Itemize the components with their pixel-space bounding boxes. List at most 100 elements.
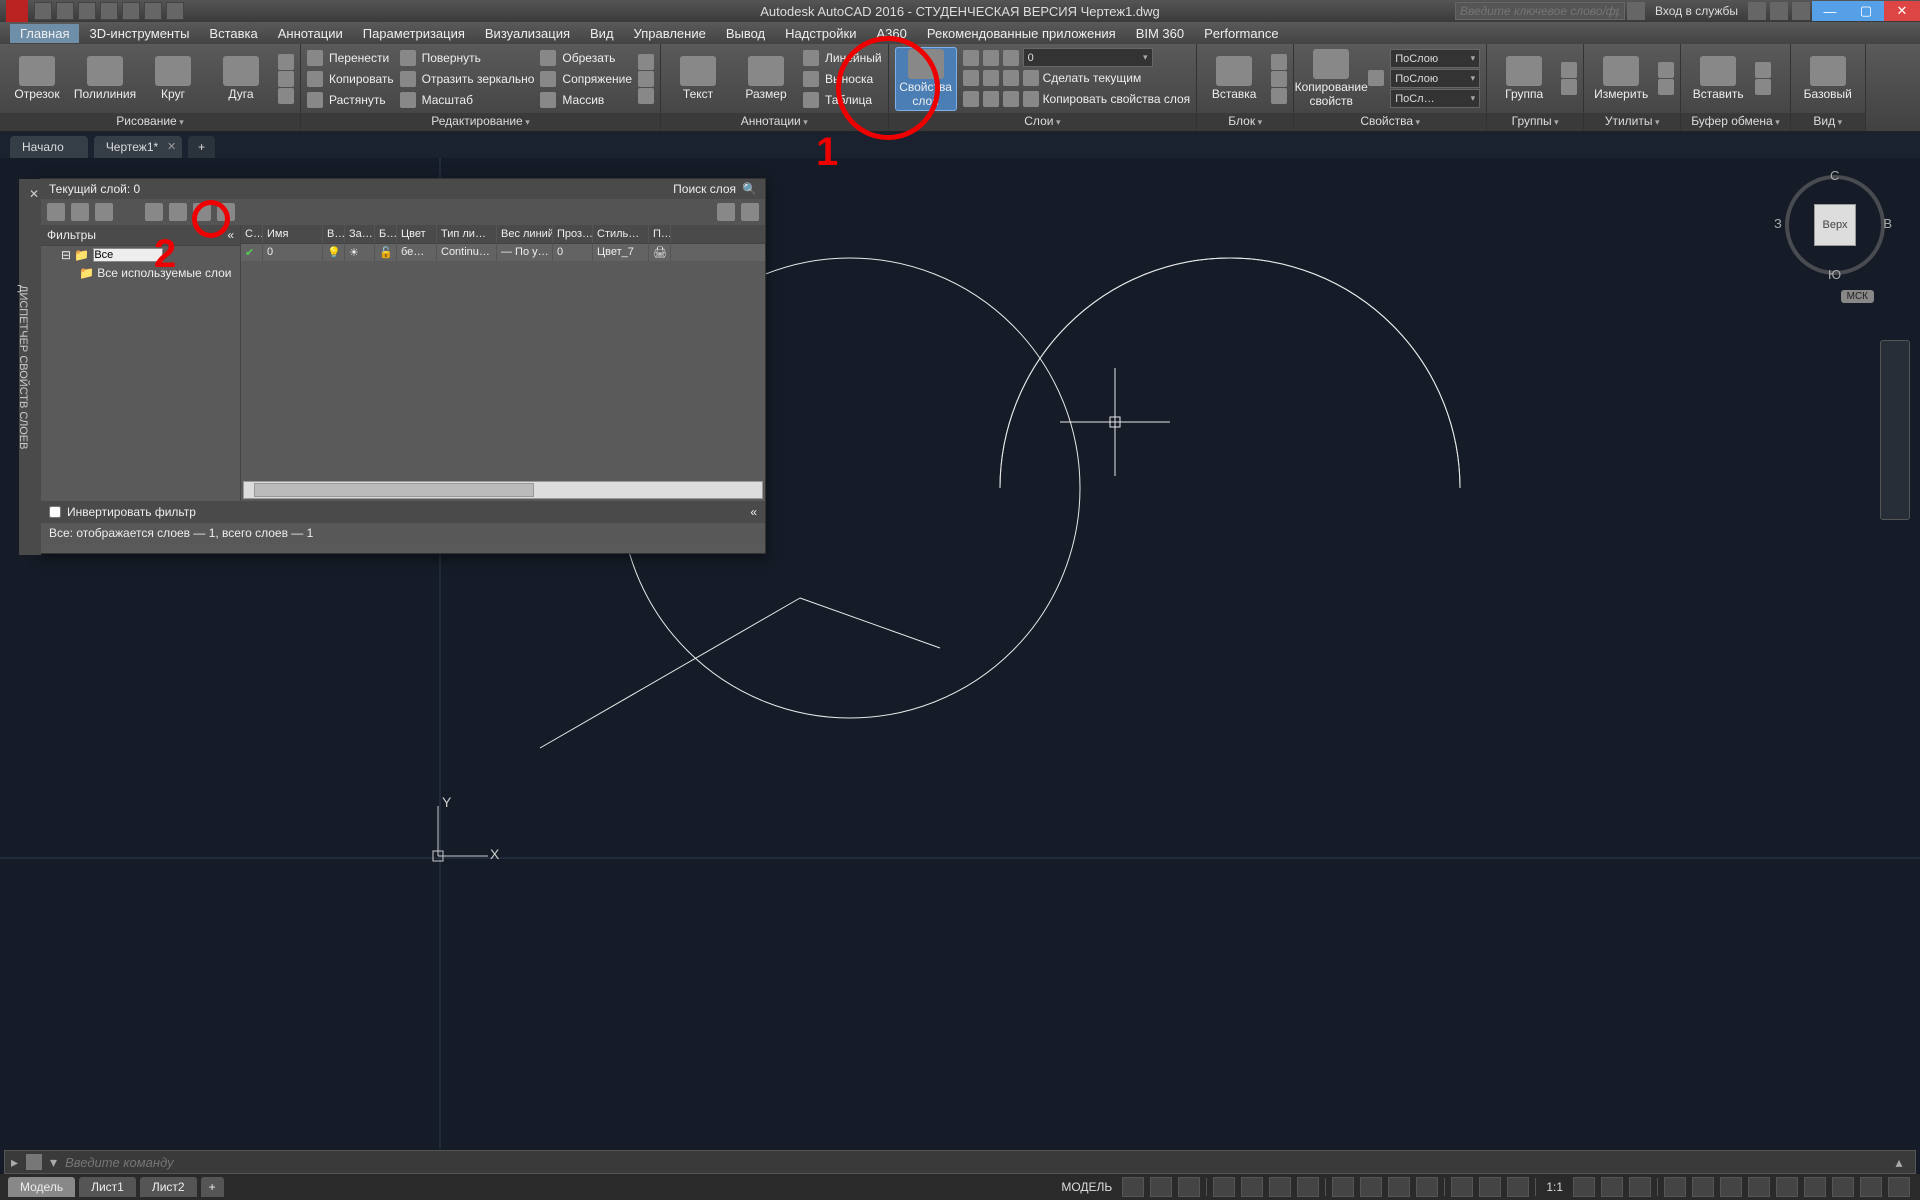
plotstyle-cell[interactable]: Цвет_7 [593, 244, 649, 261]
signin-link[interactable]: Вход в службы [1655, 4, 1738, 18]
qp-toggle-icon[interactable] [1507, 1177, 1529, 1197]
viewcube-s[interactable]: Ю [1828, 267, 1841, 282]
col-freeze[interactable]: За… [345, 225, 375, 243]
app-logo[interactable] [6, 0, 28, 22]
minimize-button[interactable]: — [1812, 1, 1848, 21]
tab-annotate[interactable]: Аннотации [268, 24, 353, 43]
recent-commands-icon[interactable]: ▴ [1889, 1154, 1909, 1171]
layer-dropdown[interactable]: 0 [1023, 48, 1153, 67]
exchange-icon[interactable] [1748, 2, 1766, 20]
annotation-monitor-icon[interactable] [1692, 1177, 1714, 1197]
table-button[interactable]: Таблица [803, 90, 882, 110]
create-block-icon[interactable] [1271, 54, 1287, 70]
qat-open-icon[interactable] [56, 2, 74, 20]
col-plotstyle[interactable]: Стиль… [593, 225, 649, 243]
move-button[interactable]: Перенести [307, 48, 394, 68]
qat-undo-icon[interactable] [144, 2, 162, 20]
units-icon[interactable] [1720, 1177, 1742, 1197]
col-color[interactable]: Цвет [397, 225, 437, 243]
expand-icon[interactable]: ▸ [11, 1154, 18, 1171]
tab-3dtools[interactable]: 3D-инструменты [79, 24, 199, 43]
ortho-toggle-icon[interactable] [1213, 1177, 1235, 1197]
panel-properties-title[interactable]: Свойства [1294, 113, 1486, 131]
panel-layers-title[interactable]: Слои [889, 113, 1197, 131]
col-transparency[interactable]: Проз… [553, 225, 593, 243]
matchprop-button[interactable]: Копирование свойств [1300, 47, 1362, 111]
tab-bim360[interactable]: BIM 360 [1126, 24, 1194, 43]
panel-annotation-title[interactable]: Аннотации [661, 113, 888, 131]
offset-icon[interactable] [638, 88, 654, 104]
cut-icon[interactable] [1755, 62, 1771, 78]
tab-visualize[interactable]: Визуализация [475, 24, 580, 43]
lock-ui-icon[interactable] [1776, 1177, 1798, 1197]
maximize-button[interactable]: ▢ [1848, 1, 1884, 21]
panel-clipboard-title[interactable]: Буфер обмена [1681, 113, 1790, 131]
text-button[interactable]: Текст [667, 47, 729, 111]
erase-icon[interactable] [638, 54, 654, 70]
help-search-input[interactable] [1455, 2, 1625, 20]
close-button[interactable]: ✕ [1884, 1, 1920, 21]
filetab-start[interactable]: Начало [10, 136, 88, 158]
edit-attr-icon[interactable] [1271, 88, 1287, 104]
scrollbar-thumb[interactable] [254, 483, 534, 497]
line-button[interactable]: Отрезок [6, 47, 68, 111]
linear-button[interactable]: Линейный [803, 48, 882, 68]
qat-saveas-icon[interactable] [100, 2, 118, 20]
dimension-button[interactable]: Размер [735, 47, 797, 111]
col-lock[interactable]: Б… [375, 225, 397, 243]
scale-button[interactable]: Масштаб [400, 90, 535, 110]
tab-addins[interactable]: Надстройки [775, 24, 866, 43]
transparency-cell[interactable]: 0 [553, 244, 593, 261]
lineweight-dropdown[interactable]: ПоСлою [1390, 69, 1480, 88]
group-button[interactable]: Группа [1493, 47, 1555, 111]
scale-label[interactable]: 1:1 [1542, 1180, 1567, 1194]
layulk-icon[interactable] [1003, 91, 1019, 107]
col-lineweight[interactable]: Вес линий [497, 225, 553, 243]
layer-lock-icon[interactable] [1003, 50, 1019, 66]
layout-model[interactable]: Модель [8, 1177, 75, 1197]
dyn-toggle-icon[interactable] [1479, 1177, 1501, 1197]
linetype-dropdown[interactable]: ПоСл… [1390, 89, 1480, 108]
layer-properties-button[interactable]: Свойства слоя [895, 47, 957, 111]
measure-button[interactable]: Измерить [1590, 47, 1652, 111]
layer-freeze-icon[interactable] [983, 50, 999, 66]
copyclip-icon[interactable] [1755, 79, 1771, 95]
viewcube-n[interactable]: С [1830, 168, 1839, 183]
viewcube-w[interactable]: З [1774, 216, 1782, 231]
stayconnected-icon[interactable] [1770, 2, 1788, 20]
cycling-toggle-icon[interactable] [1451, 1177, 1473, 1197]
lwt-toggle-icon[interactable] [1388, 1177, 1410, 1197]
filter-all-input[interactable] [93, 248, 163, 262]
otrack-toggle-icon[interactable] [1360, 1177, 1382, 1197]
layiso-icon[interactable] [983, 70, 999, 86]
new-group-icon[interactable] [71, 203, 89, 221]
qat-plot-icon[interactable] [122, 2, 140, 20]
wcs-badge[interactable]: МСК [1841, 290, 1874, 303]
edit-block-icon[interactable] [1271, 71, 1287, 87]
explode-icon[interactable] [638, 71, 654, 87]
viewcube-top[interactable]: Верх [1814, 204, 1856, 246]
tab-insert[interactable]: Вставка [199, 24, 267, 43]
panel-modify-title[interactable]: Редактирование [301, 113, 660, 131]
stretch-button[interactable]: Растянуть [307, 90, 394, 110]
linetype-cell[interactable]: Continu… [437, 244, 497, 261]
trim-button[interactable]: Обрезать [540, 48, 632, 68]
col-linetype[interactable]: Тип ли… [437, 225, 497, 243]
layoff-icon[interactable] [963, 70, 979, 86]
settings-icon[interactable] [741, 203, 759, 221]
layer-states-icon[interactable] [95, 203, 113, 221]
ungroup-icon[interactable] [1561, 62, 1577, 78]
cleanscreen-icon[interactable] [1860, 1177, 1882, 1197]
grid-toggle-icon[interactable] [1122, 1177, 1144, 1197]
tab-performance[interactable]: Performance [1194, 24, 1288, 43]
layer-bulb-icon[interactable] [963, 50, 979, 66]
palette-close-icon[interactable]: ✕ [29, 187, 39, 201]
circle-button[interactable]: Круг [142, 47, 204, 111]
filter-all[interactable]: ⊟ 📁 [41, 246, 240, 264]
tab-parametric[interactable]: Параметризация [353, 24, 475, 43]
insert-block-button[interactable]: Вставка [1203, 47, 1265, 111]
tpy-toggle-icon[interactable] [1416, 1177, 1438, 1197]
new-layer-icon[interactable] [145, 203, 163, 221]
3dosnap-toggle-icon[interactable] [1332, 1177, 1354, 1197]
command-line[interactable]: ▸ ▾ ▴ [4, 1150, 1916, 1174]
